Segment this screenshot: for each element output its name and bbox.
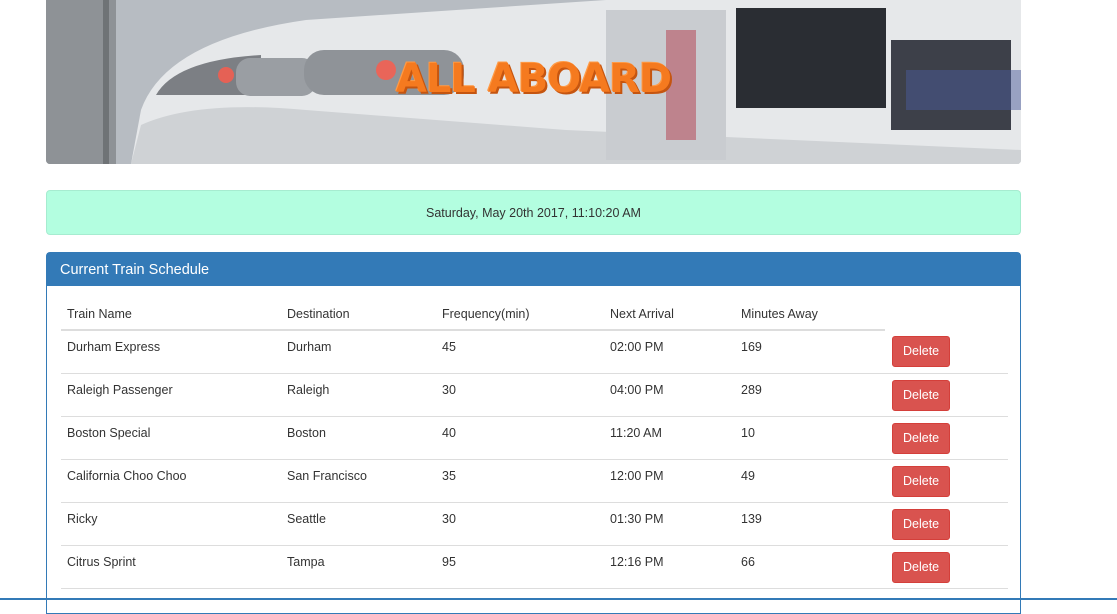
frequency-cell: 30 xyxy=(436,502,604,546)
actions-cell: Delete xyxy=(885,502,1008,546)
minutes-away-cell: 49 xyxy=(735,459,885,503)
actions-cell: Delete xyxy=(885,330,1008,374)
actions-cell: Delete xyxy=(885,545,1008,589)
column-header-minutes-away: Minutes Away xyxy=(735,299,885,331)
next-arrival-cell: 01:30 PM xyxy=(604,502,735,546)
destination-cell: Boston xyxy=(281,416,436,460)
minutes-away-cell: 139 xyxy=(735,502,885,546)
frequency-cell: 40 xyxy=(436,416,604,460)
train-name-cell: Ricky xyxy=(61,502,281,546)
delete-button[interactable]: Delete xyxy=(892,508,951,540)
destination-cell: Durham xyxy=(281,330,436,374)
current-time: Saturday, May 20th 2017, 11:10:20 AM xyxy=(426,205,641,220)
next-arrival-cell: 11:20 AM xyxy=(604,416,735,460)
delete-button[interactable]: Delete xyxy=(892,379,951,411)
table-row: Ricky Seattle 30 01:30 PM 139 Delete xyxy=(61,502,1008,546)
column-header-frequency: Frequency(min) xyxy=(436,299,604,331)
delete-button[interactable]: Delete xyxy=(892,551,951,583)
column-header-next-arrival: Next Arrival xyxy=(604,299,735,331)
delete-button[interactable]: Delete xyxy=(892,422,951,454)
train-name-cell: Boston Special xyxy=(61,416,281,460)
table-row: Citrus Sprint Tampa 95 12:16 PM 66 Delet… xyxy=(61,545,1008,589)
train-name-cell: Durham Express xyxy=(61,330,281,374)
table-row: California Choo Choo San Francisco 35 12… xyxy=(61,459,1008,503)
minutes-away-cell: 66 xyxy=(735,545,885,589)
table-header-row: Train Name Destination Frequency(min) Ne… xyxy=(61,299,1008,331)
next-arrival-cell: 04:00 PM xyxy=(604,373,735,417)
column-header-destination: Destination xyxy=(281,299,436,331)
minutes-away-cell: 169 xyxy=(735,330,885,374)
next-arrival-cell: 12:00 PM xyxy=(604,459,735,503)
destination-cell: Seattle xyxy=(281,502,436,546)
delete-button[interactable]: Delete xyxy=(892,336,951,367)
actions-cell: Delete xyxy=(885,416,1008,460)
actions-cell: Delete xyxy=(885,459,1008,503)
train-name-cell: Raleigh Passenger xyxy=(61,373,281,417)
train-schedule-table: Train Name Destination Frequency(min) Ne… xyxy=(61,299,1008,589)
destination-cell: San Francisco xyxy=(281,459,436,503)
train-name-cell: California Choo Choo xyxy=(61,459,281,503)
panel-title: Current Train Schedule xyxy=(60,261,210,278)
hero-banner: ALL ABOARD xyxy=(46,0,1021,164)
frequency-cell: 30 xyxy=(436,373,604,417)
table-row: Raleigh Passenger Raleigh 30 04:00 PM 28… xyxy=(61,373,1008,417)
minutes-away-cell: 10 xyxy=(735,416,885,460)
current-time-banner: Saturday, May 20th 2017, 11:10:20 AM xyxy=(46,190,1021,235)
frequency-cell: 95 xyxy=(436,545,604,589)
column-header-train-name: Train Name xyxy=(61,299,281,331)
delete-button[interactable]: Delete xyxy=(892,465,951,497)
frequency-cell: 35 xyxy=(436,459,604,503)
table-row: Durham Express Durham 45 02:00 PM 169 De… xyxy=(61,330,1008,374)
actions-cell: Delete xyxy=(885,373,1008,417)
panel-heading: Current Train Schedule xyxy=(47,253,1020,286)
hero-title: ALL ABOARD xyxy=(395,56,672,102)
frequency-cell: 45 xyxy=(436,330,604,374)
table-row: Boston Special Boston 40 11:20 AM 10 Del… xyxy=(61,416,1008,460)
minutes-away-cell: 289 xyxy=(735,373,885,417)
next-arrival-cell: 02:00 PM xyxy=(604,330,735,374)
destination-cell: Tampa xyxy=(281,545,436,589)
destination-cell: Raleigh xyxy=(281,373,436,417)
next-arrival-cell: 12:16 PM xyxy=(604,545,735,589)
train-schedule-panel: Current Train Schedule Train Name Destin… xyxy=(46,252,1021,614)
train-name-cell: Citrus Sprint xyxy=(61,545,281,589)
column-header-actions xyxy=(885,299,1008,330)
